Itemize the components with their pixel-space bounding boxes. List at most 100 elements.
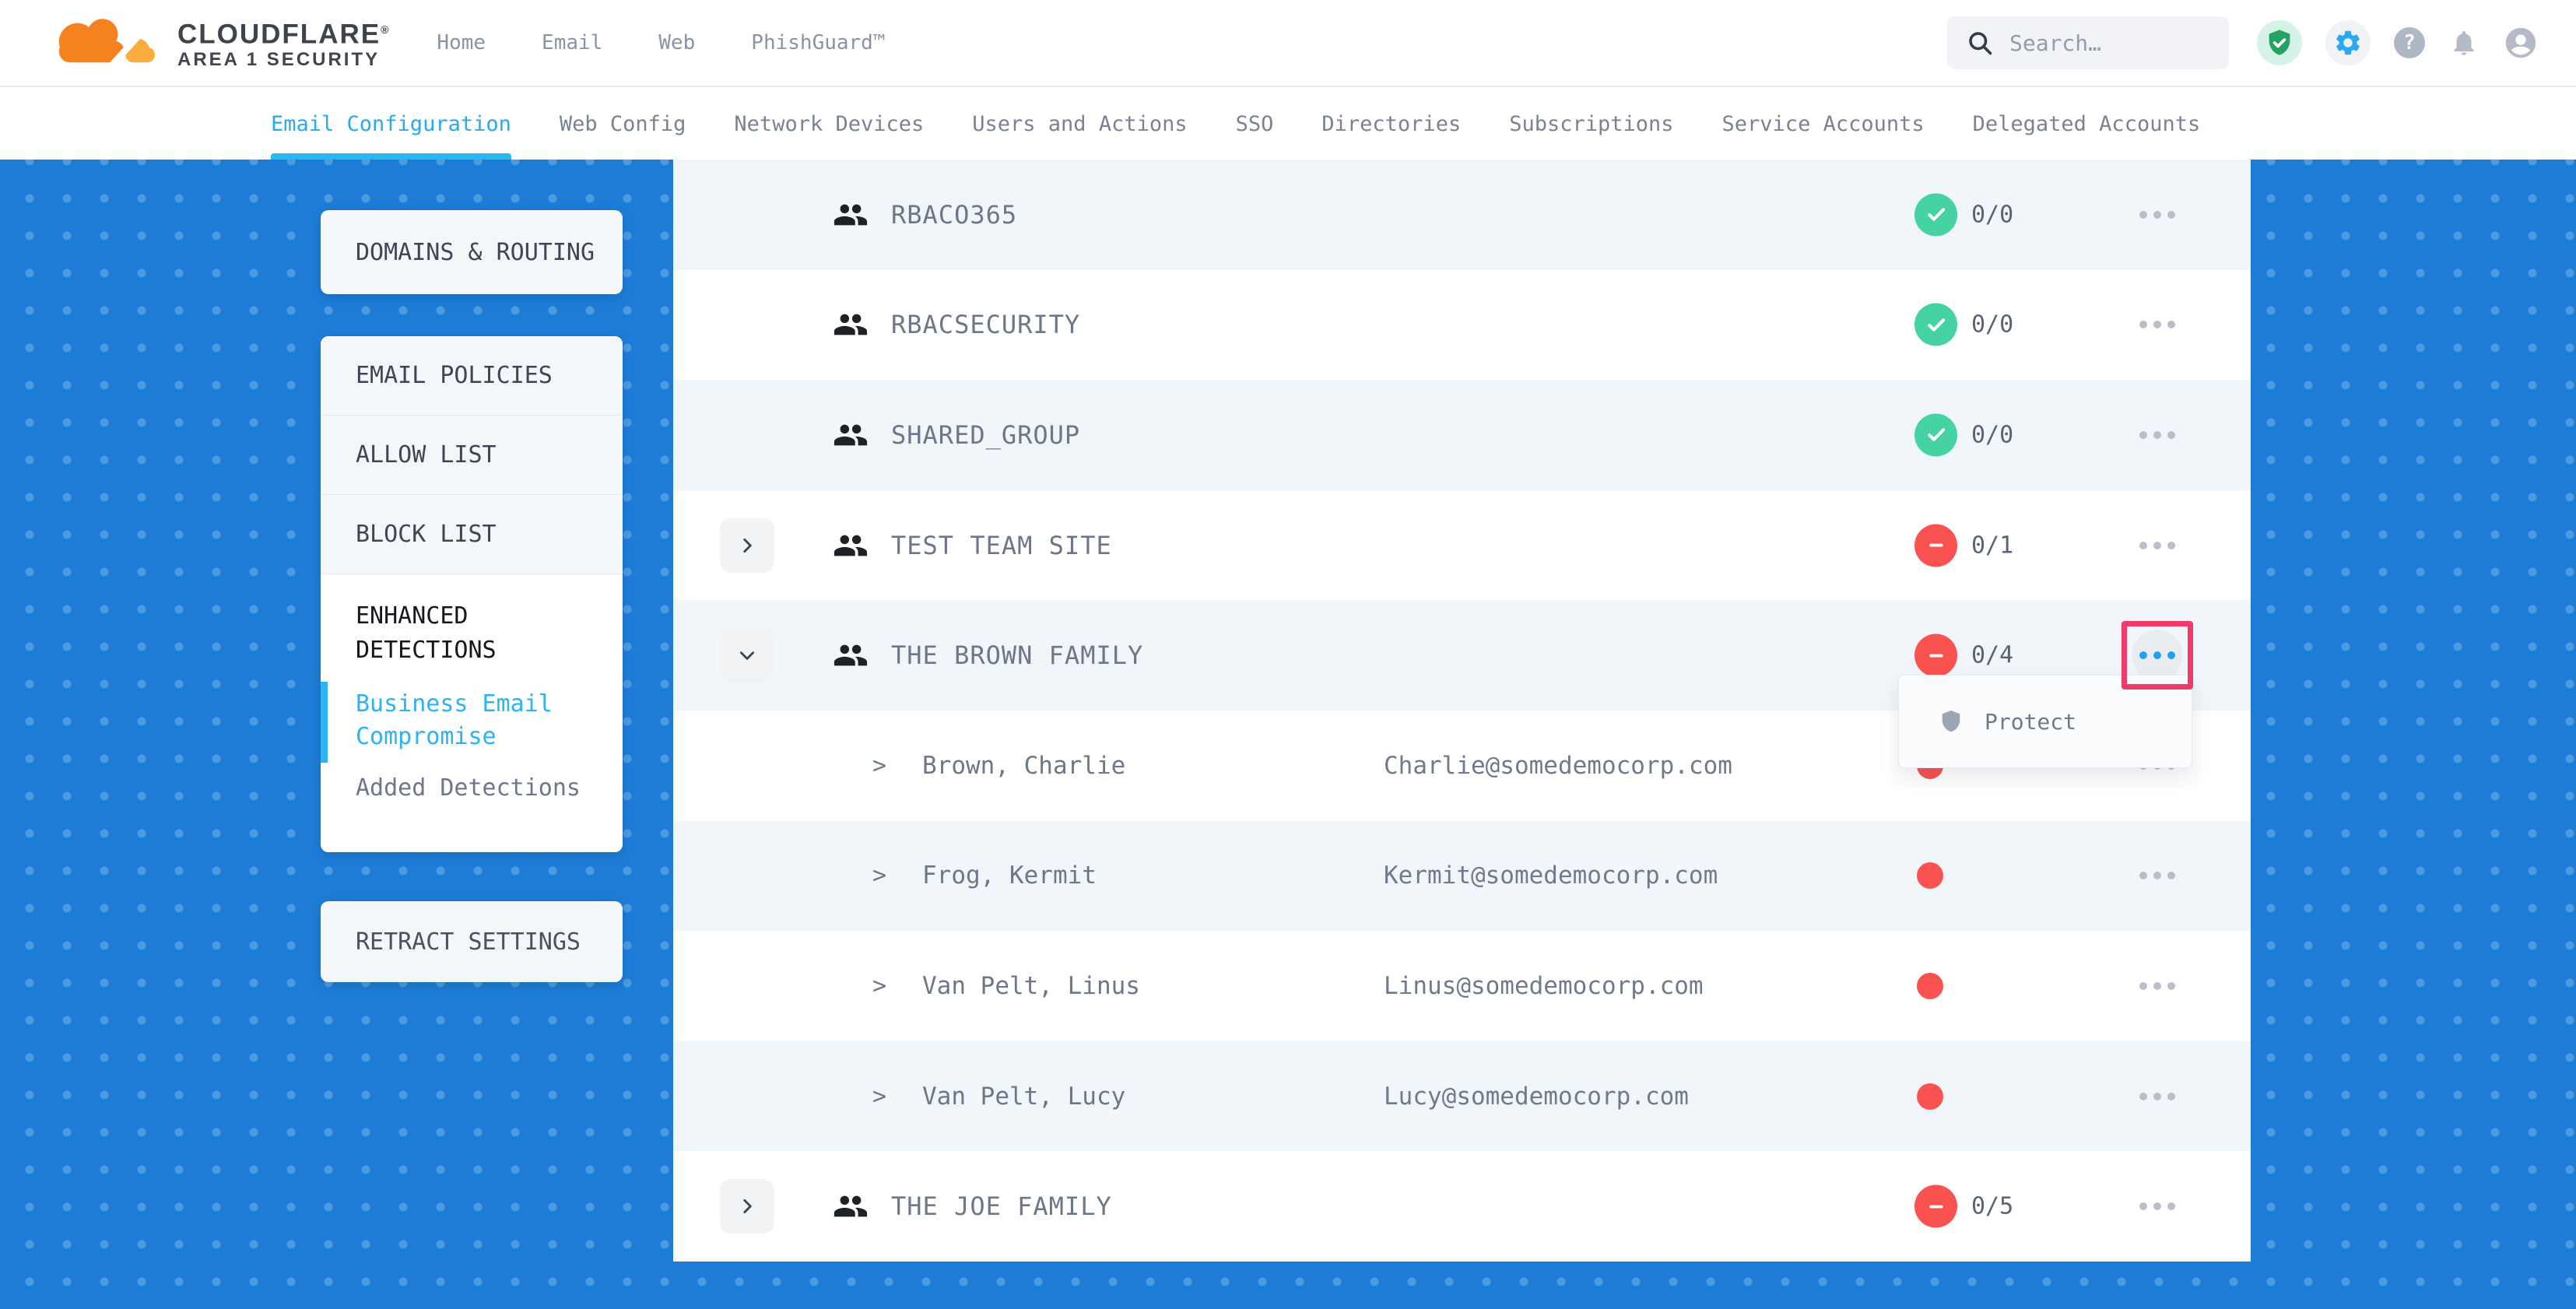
status-badge-minus (1914, 524, 1957, 567)
protect-menu-label: Protect (1985, 709, 2076, 735)
person-name: Brown, Charlie (922, 752, 1125, 780)
group-icon (833, 417, 869, 453)
tab-web-config[interactable]: Web Config (560, 89, 686, 160)
person-email: Charlie@somedemocorp.com (1384, 752, 1732, 780)
tab-email-configuration[interactable]: Email Configuration (271, 89, 511, 160)
tab-directories[interactable]: Directories (1321, 89, 1461, 160)
sidebar-item-allow-list[interactable]: ALLOW LIST (321, 416, 623, 495)
search-input[interactable] (2008, 30, 2210, 57)
group-icon (833, 1188, 869, 1224)
context-menu-protect[interactable]: Protect (1898, 675, 2192, 768)
app-window: CLOUDFLARE® AREA 1 SECURITY Home Email Web… (0, 0, 2576, 1309)
sidebar-item-retract-settings[interactable]: RETRACT SETTINGS (321, 901, 623, 982)
person-email: Kermit@somedemocorp.com (1384, 862, 1718, 890)
row-actions-ellipsis-button[interactable] (2132, 1181, 2183, 1232)
row-actions-ellipsis-button[interactable] (2132, 299, 2183, 350)
tab-service-accounts[interactable]: Service Accounts (1722, 89, 1925, 160)
table-row-test-team-site: TEST TEAM SITE 0/1 (673, 490, 2251, 601)
row-actions-ellipsis-button[interactable] (2132, 189, 2183, 240)
protected-count: 0/0 (1971, 421, 2013, 448)
table-row-frog-kermit: > Frog, Kermit Kermit@somedemocorp.com (673, 821, 2251, 932)
sidebar-item-block-list[interactable]: BLOCK LIST (321, 495, 623, 574)
protected-count: 0/4 (1971, 642, 2013, 669)
person-name: Van Pelt, Lucy (922, 1083, 1125, 1111)
shield-icon (1938, 708, 1964, 735)
enhanced-detections-label: ENHANCED DETECTIONS (356, 599, 589, 668)
tab-sso[interactable]: SSO (1236, 89, 1274, 160)
person-name: Van Pelt, Linus (922, 972, 1140, 1000)
person-chevron-icon[interactable]: > (872, 752, 886, 779)
row-actions-ellipsis-button[interactable] (2132, 1071, 2183, 1122)
group-name: RBACO365 (891, 200, 1017, 230)
top-nav: Home Email Web PhishGuard™ (437, 31, 885, 54)
protected-count: 0/1 (1971, 532, 2013, 559)
help-glyph: ? (2403, 31, 2416, 54)
group-name: THE BROWN FAMILY (891, 640, 1143, 670)
person-chevron-icon[interactable]: > (872, 972, 886, 999)
status-badge-check (1914, 193, 1957, 236)
tab-network-devices[interactable]: Network Devices (734, 89, 924, 160)
sidebar-item-label: DOMAINS & ROUTING (321, 239, 595, 266)
sidebar-item-added-detections[interactable]: Added Detections (356, 772, 591, 805)
table-row-rbaco365: RBACO365 0/0 (673, 160, 2251, 270)
row-actions-ellipsis-button[interactable] (2132, 630, 2183, 681)
nav-item-home[interactable]: Home (437, 31, 486, 54)
tab-users-and-actions[interactable]: Users and Actions (972, 89, 1187, 160)
content-area: DOMAINS & ROUTING EMAIL POLICIESALLOW LI… (0, 160, 2576, 1309)
row-actions-ellipsis-button[interactable] (2132, 960, 2183, 1012)
row-actions-ellipsis-button[interactable] (2132, 409, 2183, 461)
group-name: SHARED_GROUP (891, 420, 1080, 450)
protected-count: 0/0 (1971, 311, 2013, 339)
sidebar-item-business-email-compromise[interactable]: Business Email Compromise (356, 688, 591, 753)
sidebar-item-email-policies[interactable]: EMAIL POLICIES (321, 336, 623, 416)
sidebar-section-enhanced-detections[interactable]: ENHANCED DETECTIONS Business Email Compr… (321, 574, 623, 852)
logo-text: CLOUDFLARE® AREA 1 SECURITY (177, 15, 390, 72)
nav-item-email[interactable]: Email (542, 31, 602, 54)
account-icon[interactable] (2503, 25, 2539, 61)
nav-item-phishguard[interactable]: PhishGuard™ (751, 31, 885, 54)
table-row-van-pelt-lucy: > Van Pelt, Lucy Lucy@somedemocorp.com (673, 1041, 2251, 1152)
status-badge-check (1914, 304, 1957, 346)
sidebar-item-domains-routing[interactable]: DOMAINS & ROUTING (321, 210, 623, 294)
sidebar-item-label: RETRACT SETTINGS (321, 928, 581, 956)
tab-delegated-accounts[interactable]: Delegated Accounts (1973, 89, 2201, 160)
shield-check-icon[interactable] (2257, 20, 2302, 65)
group-icon (833, 637, 869, 673)
status-badge-minus (1914, 1185, 1957, 1228)
table-row-van-pelt-linus: > Van Pelt, Linus Linus@somedemocorp.com (673, 931, 2251, 1041)
table-row-rbacsecurity: RBACSECURITY 0/0 (673, 270, 2251, 381)
row-actions-ellipsis-button[interactable] (2132, 850, 2183, 901)
status-badge-minus (1914, 634, 1957, 677)
header-icon-cluster: ? (2257, 20, 2539, 65)
row-actions-ellipsis-button[interactable] (2132, 520, 2183, 571)
help-icon[interactable]: ? (2394, 27, 2425, 58)
protected-count: 0/0 (1971, 201, 2013, 228)
person-email: Lucy@somedemocorp.com (1384, 1083, 1689, 1111)
status-dot-red (1917, 973, 1943, 999)
top-header: CLOUDFLARE® AREA 1 SECURITY Home Email Web… (0, 0, 2576, 87)
expand-row-button[interactable] (720, 1179, 774, 1234)
status-dot-red (1917, 1083, 1943, 1110)
logo-mark: ® (381, 23, 390, 36)
protected-count: 0/5 (1971, 1193, 2013, 1220)
expand-row-button[interactable] (720, 518, 774, 573)
status-dot-red (1917, 862, 1943, 889)
cloudflare-logo[interactable]: CLOUDFLARE® AREA 1 SECURITY (40, 14, 390, 72)
logo-brand: CLOUDFLARE® (177, 15, 390, 50)
bell-icon[interactable] (2448, 27, 2479, 58)
search-bar (1947, 16, 2229, 69)
tab-subscriptions[interactable]: Subscriptions (1509, 89, 1673, 160)
sidebar-policies-card: EMAIL POLICIESALLOW LISTBLOCK LIST ENHAN… (321, 336, 623, 852)
group-name: RBACSECURITY (891, 310, 1080, 339)
group-icon (833, 197, 869, 233)
group-name: TEST TEAM SITE (891, 531, 1112, 560)
group-icon (833, 307, 869, 342)
group-icon (833, 528, 869, 563)
person-chevron-icon[interactable]: > (872, 862, 886, 890)
nav-item-web[interactable]: Web (658, 31, 695, 54)
collapse-row-button[interactable] (720, 628, 774, 683)
gear-icon[interactable] (2325, 20, 2371, 65)
person-chevron-icon[interactable]: > (872, 1083, 886, 1110)
person-name: Frog, Kermit (922, 862, 1097, 890)
person-email: Linus@somedemocorp.com (1384, 972, 1704, 1000)
